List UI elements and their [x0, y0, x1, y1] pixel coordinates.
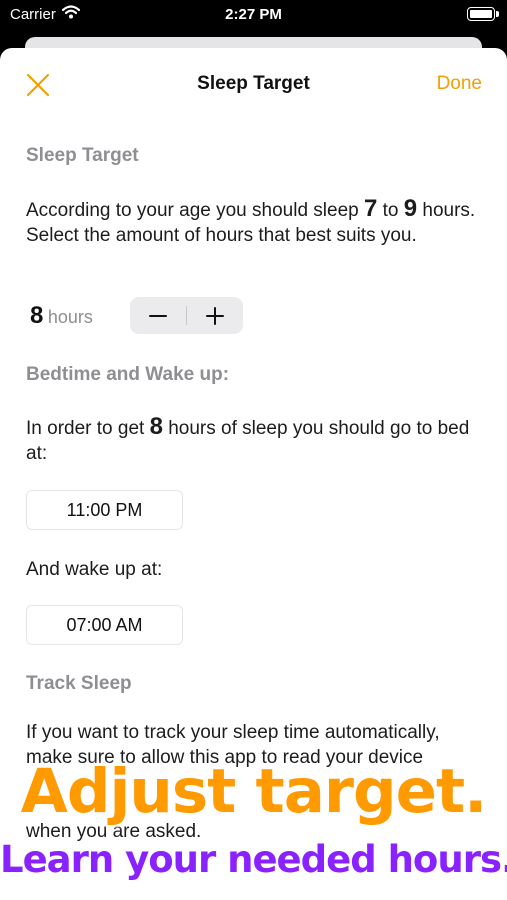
track-sleep-line-1: If you want to track your sleep time aut…	[26, 722, 440, 743]
hours-value: 8	[30, 302, 44, 329]
bedtime-picker[interactable]: 11:00 PM	[26, 490, 183, 530]
status-bar: Carrier 2:27 PM	[0, 0, 507, 30]
track-sleep-heading: Track Sleep	[26, 673, 132, 694]
battery-icon	[467, 7, 499, 21]
page-title: Sleep Target	[197, 73, 310, 94]
bedtime-heading: Bedtime and Wake up:	[26, 364, 230, 385]
increment-button[interactable]	[187, 297, 243, 334]
hours-display: 8 hours	[30, 302, 93, 330]
hours-unit: hours	[47, 307, 93, 327]
decrement-button[interactable]	[130, 297, 186, 334]
screen: Carrier 2:27 PM Sleep Target Done Sleep …	[0, 0, 507, 900]
target-hours: 8	[149, 413, 163, 440]
age-recommendation-text: According to your age you should sleep 7…	[26, 195, 476, 246]
wake-up-label: And wake up at:	[26, 559, 163, 580]
sleep-target-heading: Sleep Target	[26, 145, 139, 166]
done-button[interactable]: Done	[437, 73, 482, 95]
hours-stepper[interactable]	[130, 297, 243, 334]
bedtime-text: In order to get 8 hours of sleep you sho…	[26, 413, 470, 464]
plus-icon	[206, 306, 224, 325]
promo-headline: Adjust target.	[20, 756, 488, 827]
max-hours: 9	[403, 195, 418, 222]
wake-time-picker[interactable]: 07:00 AM	[26, 605, 183, 645]
min-hours: 7	[364, 195, 378, 222]
promo-subline: Learn your needed hours.	[0, 838, 507, 881]
minus-icon	[149, 314, 167, 317]
status-time: 2:27 PM	[225, 6, 282, 23]
